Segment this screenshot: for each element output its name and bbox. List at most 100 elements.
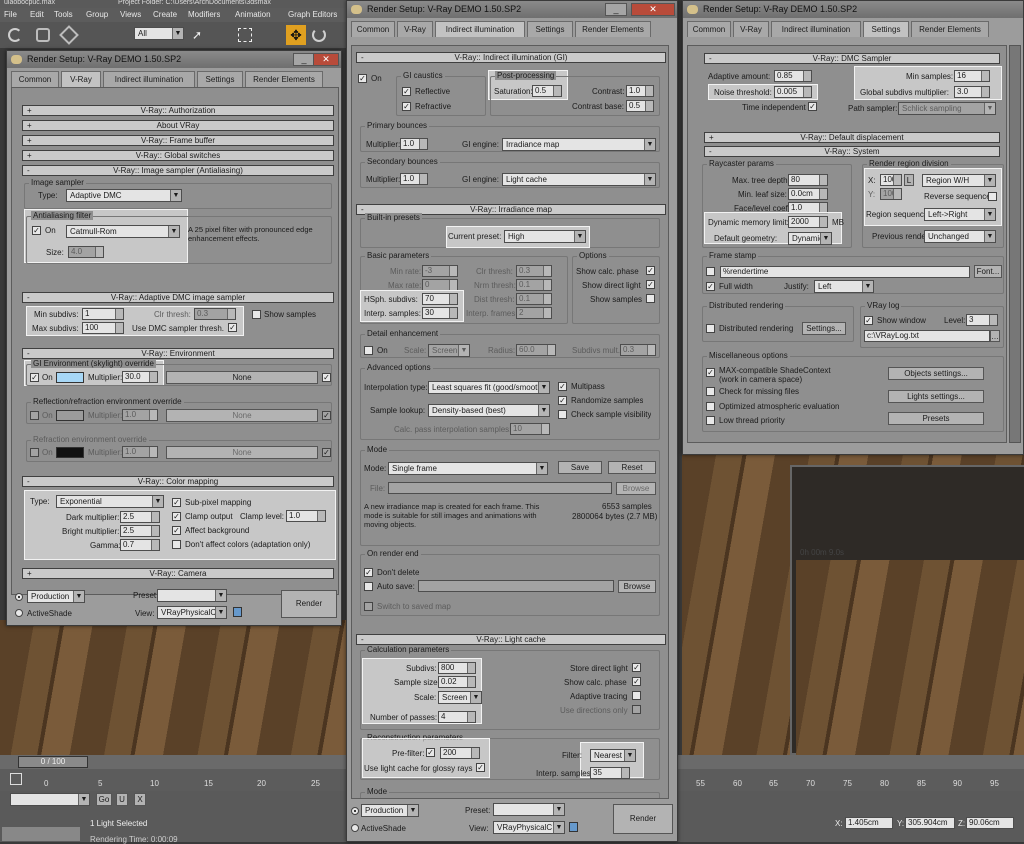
menu-edit[interactable]: Edit (30, 10, 44, 19)
refl-env-map-button[interactable]: None (166, 409, 318, 422)
time-independent-checkbox[interactable]: ✓ (808, 102, 817, 111)
rollout-authorization[interactable]: + V-Ray:: Authorization (22, 105, 334, 116)
affect-bg-checkbox[interactable]: ✓ (172, 526, 181, 535)
lc-scale-dropdown[interactable]: Screen ▼ (438, 691, 482, 704)
detail-scale-dropdown[interactable]: Screen ▼ (428, 344, 470, 357)
go-button[interactable]: Go (96, 793, 112, 806)
contrast-base-spinner[interactable]: 0.5 (626, 100, 654, 112)
x-coord-field[interactable]: 1.405cm (845, 817, 893, 829)
refr-env-color-swatch[interactable] (56, 447, 84, 458)
show-window-checkbox[interactable]: ✓ (864, 316, 873, 325)
secondary-engine-dropdown[interactable]: Light cache ▼ (502, 173, 656, 186)
lc-subdivs-spinner[interactable]: 800 (438, 662, 476, 674)
tab-settings[interactable]: Settings (863, 21, 909, 37)
rollout-frame-buffer[interactable]: + V-Ray:: Frame buffer (22, 135, 334, 146)
auto-save-field[interactable] (418, 580, 614, 592)
file-field[interactable] (388, 482, 612, 494)
rollout-default-displacement[interactable]: + V-Ray:: Default displacement (704, 132, 1000, 143)
region-sequence-dropdown[interactable]: Left->Right ▼ (924, 208, 996, 221)
lights-settings-button[interactable]: Lights settings... (888, 390, 984, 403)
objects-settings-button[interactable]: Objects settings... (888, 367, 984, 380)
tab-vray[interactable]: V-Ray (733, 21, 769, 37)
rollout-dmc-sampler[interactable]: - V-Ray:: DMC Sampler (704, 53, 1000, 64)
check-missing-checkbox[interactable] (706, 387, 715, 396)
rollout-about[interactable]: + About VRay (22, 120, 334, 131)
tab-render-elements[interactable]: Render Elements (245, 71, 323, 87)
max-file-tab[interactable]: ulaobocpuc.max (4, 0, 94, 8)
time-slider[interactable]: 0 / 100 (18, 756, 88, 768)
y-coord-field[interactable]: 305.904cm (905, 817, 955, 829)
link-icon[interactable] (36, 28, 50, 42)
reset-button[interactable]: Reset (608, 461, 656, 474)
clamp-output-checkbox[interactable]: ✓ (172, 512, 181, 521)
subpixel-checkbox[interactable]: ✓ (172, 498, 181, 507)
multipass-checkbox[interactable]: ✓ (558, 382, 567, 391)
tab-common[interactable]: Common (11, 71, 59, 87)
gi-env-map-button[interactable]: None (166, 371, 318, 384)
maxscript-listener[interactable] (2, 827, 80, 841)
presets-button[interactable]: Presets (888, 412, 984, 425)
primary-mult-spinner[interactable]: 1.0 (400, 138, 428, 150)
lc-sample-size-spinner[interactable]: 0.02 (438, 676, 476, 688)
gi-env-color-swatch[interactable] (56, 372, 84, 383)
selection-filter-dropdown[interactable]: All ▼ (134, 27, 184, 40)
menu-views[interactable]: Views (120, 10, 141, 19)
adaptive-tracing-checkbox[interactable] (632, 691, 641, 700)
cm-type-dropdown[interactable]: Exponential ▼ (56, 495, 164, 508)
detail-on-checkbox[interactable] (364, 346, 373, 355)
rollout-light-cache[interactable]: - V-Ray:: Light cache (356, 634, 666, 645)
font-button[interactable]: Font... (974, 265, 1002, 278)
view-dropdown[interactable]: VRayPhysicalC ▼ (493, 821, 565, 834)
subdivs-mult-spinner[interactable]: 0.3 (620, 344, 656, 356)
aa-filter-dropdown[interactable]: Catmull-Rom ▼ (66, 225, 180, 238)
calc-pass-spinner[interactable]: 10 (510, 423, 550, 435)
menu-animation[interactable]: Animation (235, 10, 271, 19)
render-button[interactable]: Render (281, 590, 337, 618)
rollout-global-switches[interactable]: + V-Ray:: Global switches (22, 150, 334, 161)
previous-render-dropdown[interactable]: Unchanged ▼ (924, 230, 996, 243)
refr-env-mult-spinner[interactable]: 1.0 (122, 446, 158, 458)
close-button[interactable]: ✕ (631, 3, 675, 16)
rollout-system[interactable]: - V-Ray:: System (704, 146, 1000, 157)
region-lock-button[interactable]: L (904, 174, 914, 186)
minimize-button[interactable]: _ (605, 3, 627, 16)
sample-lookup-dropdown[interactable]: Density-based (best) ▼ (428, 404, 550, 417)
z-coord-field[interactable]: 90.06cm (966, 817, 1014, 829)
min-samples-spinner[interactable]: 16 (954, 70, 990, 82)
view-dropdown[interactable]: VRayPhysicalC ▼ (157, 606, 227, 619)
frame-stamp-checkbox[interactable] (706, 267, 715, 276)
bright-mult-spinner[interactable]: 2.5 (120, 525, 160, 537)
menu-modifiers[interactable]: Modifiers (188, 10, 220, 19)
rollout-camera[interactable]: + V-Ray:: Camera (22, 568, 334, 579)
render-button[interactable]: Render (613, 804, 673, 834)
menu-graph-editors[interactable]: Graph Editors (288, 10, 337, 19)
refr-env-map-button[interactable]: None (166, 446, 318, 459)
track-icon[interactable] (10, 773, 22, 785)
reflective-checkbox[interactable]: ✓ (402, 87, 411, 96)
tab-render-elements[interactable]: Render Elements (911, 21, 989, 37)
rollout-gi[interactable]: - V-Ray:: Indirect illumination (GI) (356, 52, 666, 63)
panel-scrollbar[interactable] (1009, 45, 1021, 443)
gi-env-on-checkbox[interactable]: ✓ (30, 373, 39, 382)
refr-env-map-checkbox[interactable]: ✓ (322, 448, 331, 457)
refr-env-on-checkbox[interactable] (30, 448, 39, 457)
gi-env-mult-spinner[interactable]: 30.0 (122, 371, 158, 383)
level-spinner[interactable]: 3 (966, 314, 998, 326)
rollout-environment[interactable]: - V-Ray:: Environment (22, 348, 334, 359)
move-icon[interactable]: ✥ (286, 25, 306, 45)
lc-filter-dropdown[interactable]: Nearest ▼ (590, 749, 636, 762)
aa-on-checkbox[interactable]: ✓ (32, 226, 41, 235)
refractive-checkbox[interactable]: ✓ (402, 102, 411, 111)
region-mode-dropdown[interactable]: Region W/H ▼ (922, 174, 996, 187)
gi-on-checkbox[interactable]: ✓ (358, 74, 367, 83)
lc-interp-spinner[interactable]: 35 (590, 767, 630, 779)
path-sampler-dropdown[interactable]: Schlick sampling ▼ (898, 102, 996, 115)
preset-dropdown[interactable]: ▼ (493, 803, 565, 816)
global-subdivs-spinner[interactable]: 3.0 (954, 86, 990, 98)
activeshade-radio[interactable] (351, 824, 359, 832)
production-dropdown[interactable]: Production ▼ (361, 804, 419, 817)
rotate-icon[interactable] (312, 28, 326, 42)
aa-size-spinner[interactable]: 4.0 (68, 246, 104, 258)
glossy-checkbox[interactable]: ✓ (476, 763, 485, 772)
region-y-spinner[interactable]: 100 (880, 188, 902, 200)
